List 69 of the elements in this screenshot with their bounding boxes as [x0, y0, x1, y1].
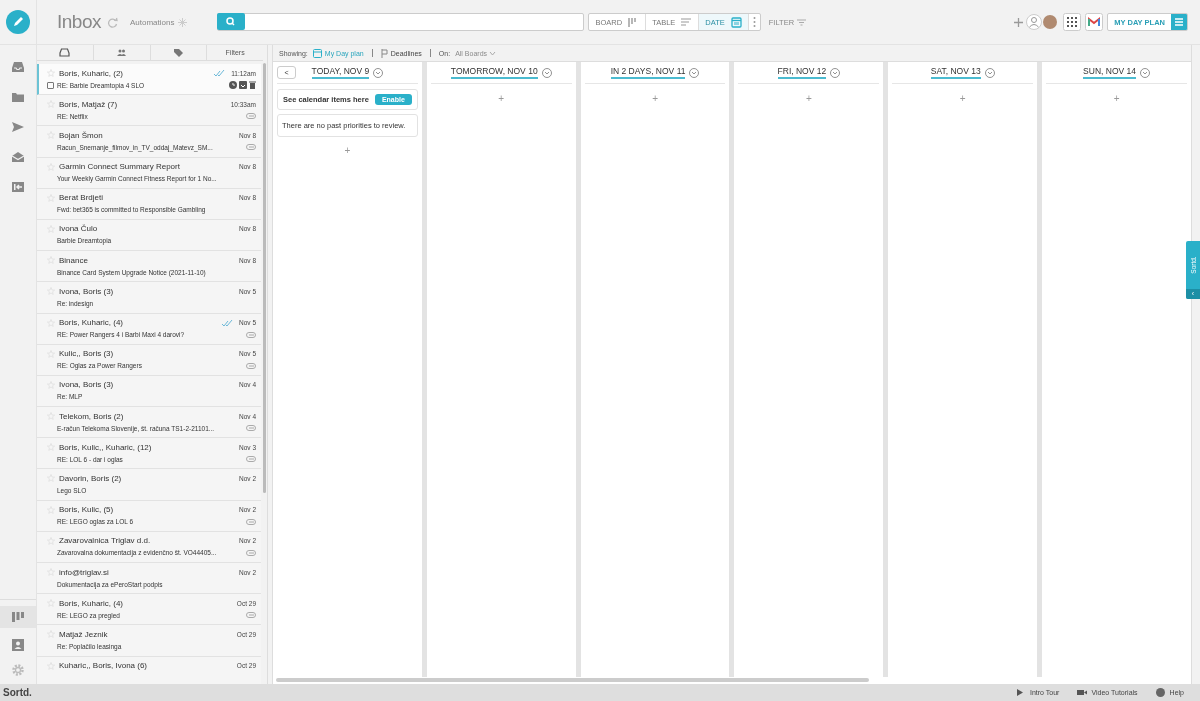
mail-logo-button[interactable] — [1085, 13, 1104, 31]
table-view-icon — [681, 16, 693, 28]
sender-name: Boris, Kuharic, (4) — [59, 318, 125, 327]
date-view-icon — [730, 16, 742, 28]
sender-name: Davorin, Boris (2) — [59, 473, 123, 483]
search-field[interactable] — [217, 13, 585, 31]
trash-icon[interactable] — [249, 81, 256, 89]
sparkle-icon — [178, 17, 188, 27]
inbox-title: Inbox — [57, 11, 101, 33]
calendar-icon — [312, 48, 322, 58]
sender-name: Ivona Čulo — [59, 224, 99, 234]
settings-icon[interactable] — [10, 662, 26, 678]
chevron-circle-icon[interactable] — [373, 67, 384, 78]
sender-name: Boris, Kulic, (5) — [59, 505, 115, 515]
video-icon — [1077, 688, 1088, 697]
sortd-logo: Sortd. — [3, 687, 32, 698]
column-title[interactable]: SAT, NOV 13 — [930, 66, 981, 79]
sender-name: Boris, Kuharic, (4) — [59, 598, 125, 608]
people-tab-icon[interactable] — [116, 48, 128, 57]
sender-name: Boris, Kulic,, Kuharic, (12) — [59, 442, 153, 452]
scrollbar[interactable] — [263, 63, 266, 493]
sender-name: info@triglav.si — [59, 567, 110, 577]
compose-button[interactable] — [6, 10, 30, 34]
chevron-circle-icon[interactable] — [1140, 67, 1150, 78]
sender-name: Garmin Connect Summary Report — [59, 162, 181, 172]
sender-name: Ivona, Boris (3) — [59, 286, 115, 296]
sender-name: Ivona, Boris (3) — [59, 380, 115, 390]
archive-icon[interactable] — [239, 81, 247, 89]
sender-name: Bojan Šmon — [59, 130, 104, 140]
clock-icon[interactable] — [229, 81, 237, 89]
profile-avatar[interactable] — [1043, 13, 1058, 31]
contact-card-icon[interactable] — [10, 637, 26, 653]
chevron-circle-icon[interactable] — [984, 67, 995, 78]
sender-name: Zavarovalnica Triglav d.d. — [59, 536, 152, 546]
board-icon[interactable] — [10, 609, 26, 625]
chevron-circle-icon[interactable] — [689, 67, 700, 78]
column-title[interactable]: TOMORROW, NOV 10 — [450, 66, 538, 79]
filter-icon — [797, 18, 807, 26]
sender-name: Boris, Matjaž (7) — [59, 99, 119, 109]
search-icon[interactable] — [217, 13, 246, 30]
flag-icon — [380, 48, 388, 58]
scrollbar[interactable] — [276, 678, 869, 682]
inbox-icon[interactable] — [10, 59, 26, 75]
chevron-circle-icon[interactable] — [830, 67, 841, 78]
tag-tab-icon[interactable] — [172, 48, 184, 57]
sender-name: Matjaž Jeznik — [59, 629, 109, 639]
row-checkbox[interactable] — [47, 81, 54, 89]
refresh-icon — [107, 16, 118, 28]
sender-name: Telekom, Boris (2) — [59, 411, 125, 421]
chevron-down-icon — [489, 50, 497, 56]
inbox-tab-icon[interactable] — [59, 48, 71, 57]
send-icon[interactable] — [10, 119, 26, 135]
sender-name: Kuharic,, Boris, Ivona (6) — [59, 661, 149, 671]
sender-name: Berat Brdjeti — [59, 193, 105, 203]
column-title[interactable]: FRI, NOV 12 — [777, 66, 827, 79]
chevron-circle-icon[interactable] — [541, 67, 552, 78]
sender-name: Binance — [59, 255, 89, 265]
add-icon[interactable] — [1014, 17, 1024, 27]
tour-icon — [1015, 688, 1026, 697]
menu-button[interactable] — [1171, 14, 1187, 30]
sender-name: Boris, Kuharic, (2) — [59, 68, 125, 78]
exit-icon[interactable] — [10, 179, 26, 195]
user-avatar-icon — [1026, 14, 1043, 30]
column-title[interactable]: SUN, NOV 14 — [1083, 66, 1136, 79]
open-envelope-icon[interactable] — [10, 149, 26, 165]
apps-grid-button[interactable] — [1063, 13, 1082, 31]
column-title[interactable]: IN 2 DAYS, NOV 11 — [610, 66, 686, 79]
sender-name: Kulic,, Boris (3) — [59, 349, 115, 359]
column-title[interactable]: TODAY, NOV 9 — [311, 66, 370, 79]
